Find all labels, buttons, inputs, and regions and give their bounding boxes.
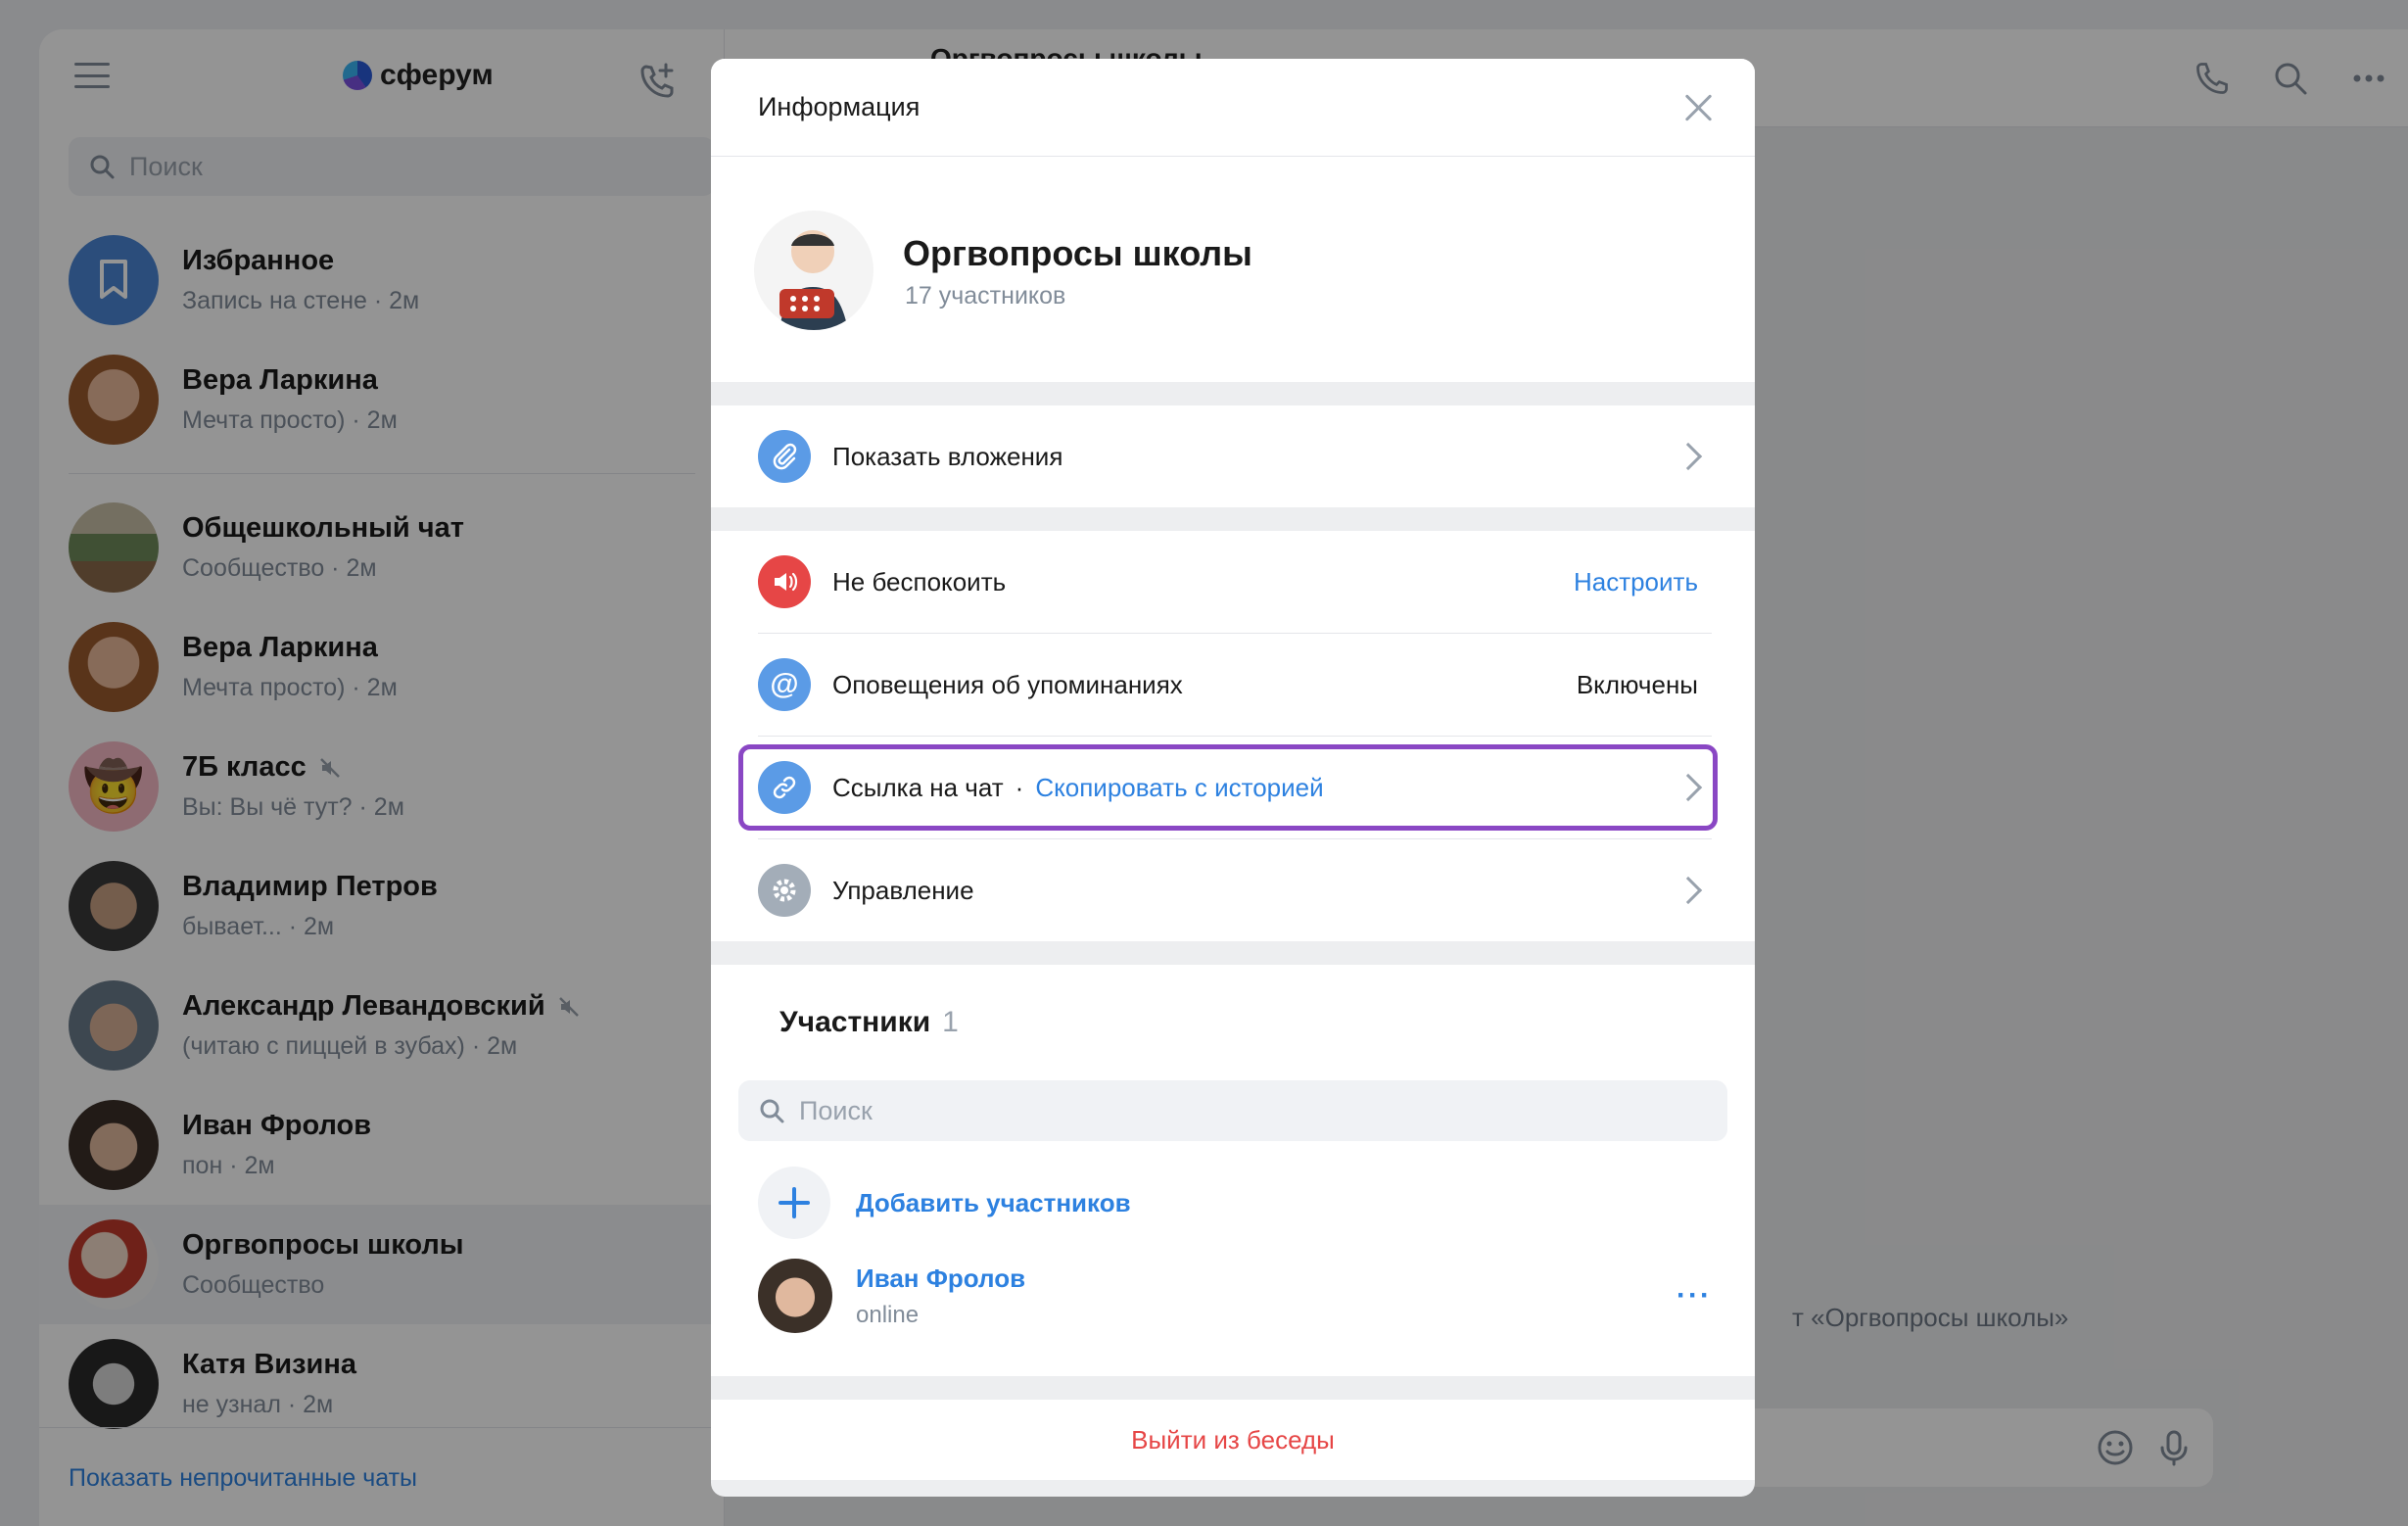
more-icon[interactable]: ··· <box>1676 1279 1712 1312</box>
members-count: 17 участников <box>905 282 1066 310</box>
member-item[interactable]: Иван Фролов online ··· <box>758 1259 1712 1333</box>
member-avatar <box>758 1259 832 1333</box>
settings-section: Не беспокоить Настроить @ Оповещения об … <box>711 531 1755 941</box>
modal-header: Информация <box>711 59 1755 157</box>
add-members-button[interactable]: Добавить участников <box>758 1167 1131 1239</box>
show-attachments-row[interactable]: Показать вложения <box>711 405 1755 507</box>
chat-profile: Оргвопросы школы 17 участников <box>711 157 1755 382</box>
speaker-icon <box>758 555 811 608</box>
modal-title: Информация <box>758 92 921 121</box>
configure-link[interactable]: Настроить <box>1574 567 1698 597</box>
leave-chat-button[interactable]: Выйти из беседы <box>1131 1425 1335 1455</box>
paperclip-icon <box>758 430 811 483</box>
do-not-disturb-row[interactable]: Не беспокоить Настроить <box>711 531 1755 633</box>
leave-chat-section: Выйти из беседы <box>711 1400 1755 1480</box>
chat-avatar <box>754 211 873 330</box>
manage-row[interactable]: Управление <box>711 839 1755 941</box>
mentions-label: Оповещения об упоминаниях <box>832 669 1183 699</box>
chevron-right-icon <box>1674 876 1703 905</box>
at-sign-icon: @ <box>758 658 811 711</box>
members-search-input[interactable]: Поиск <box>738 1080 1727 1141</box>
plus-icon <box>758 1167 830 1239</box>
add-members-label: Добавить участников <box>856 1187 1131 1217</box>
highlight-frame <box>738 744 1718 831</box>
member-name[interactable]: Иван Фролов <box>856 1264 1025 1294</box>
members-search-placeholder: Поиск <box>799 1095 873 1125</box>
member-status: online <box>856 1301 920 1328</box>
members-title-count: 1 <box>942 1006 959 1038</box>
manage-label: Управление <box>832 875 974 905</box>
show-attachments-label: Показать вложения <box>832 441 1063 471</box>
gear-icon <box>758 864 811 917</box>
members-title: Участники 1 <box>779 1006 959 1039</box>
search-icon <box>760 1099 784 1123</box>
chat-name: Оргвопросы школы <box>903 233 1252 273</box>
attachments-section: Показать вложения <box>711 405 1755 507</box>
close-icon[interactable] <box>1680 90 1716 125</box>
do-not-disturb-label: Не беспокоить <box>832 566 1007 596</box>
info-modal: Информация Оргвопросы школы 17 участнико… <box>711 59 1755 1497</box>
members-title-text: Участники <box>779 1006 931 1038</box>
members-section: Участники 1 Поиск Добавить участников Ива… <box>711 965 1755 1376</box>
mentions-row[interactable]: @ Оповещения об упоминаниях Включены <box>711 634 1755 736</box>
chat-link-row[interactable]: Ссылка на чат · Скопировать с историей <box>711 737 1755 838</box>
chevron-right-icon <box>1674 442 1703 471</box>
mentions-value: Включены <box>1576 669 1698 699</box>
